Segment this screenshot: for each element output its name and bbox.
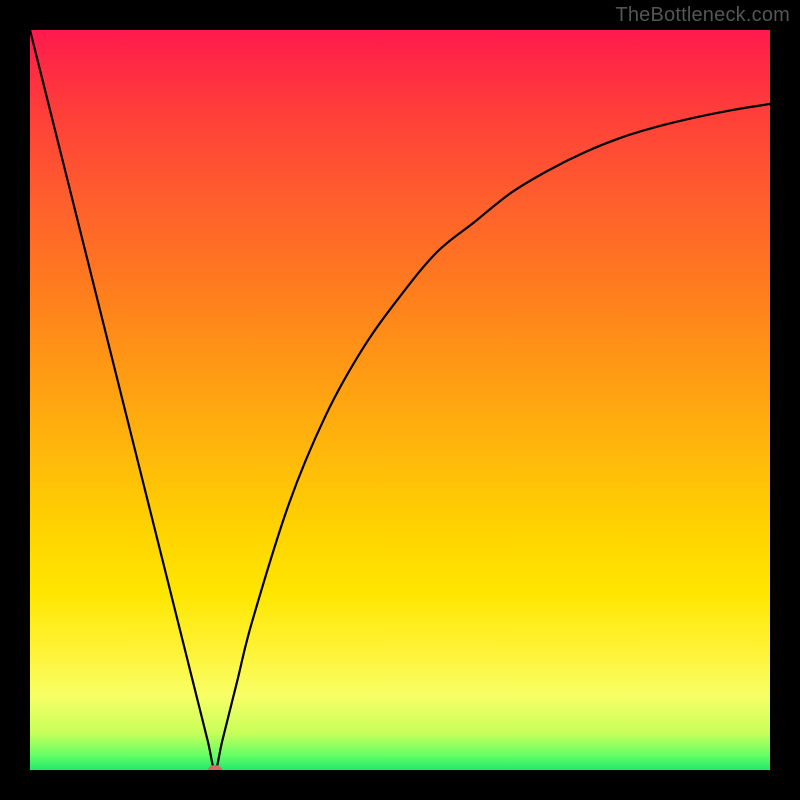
bottleneck-curve	[30, 30, 770, 770]
watermark-text: TheBottleneck.com	[615, 4, 790, 27]
chart-frame: TheBottleneck.com	[0, 0, 800, 800]
plot-area	[30, 30, 770, 770]
minimum-marker	[208, 765, 222, 770]
